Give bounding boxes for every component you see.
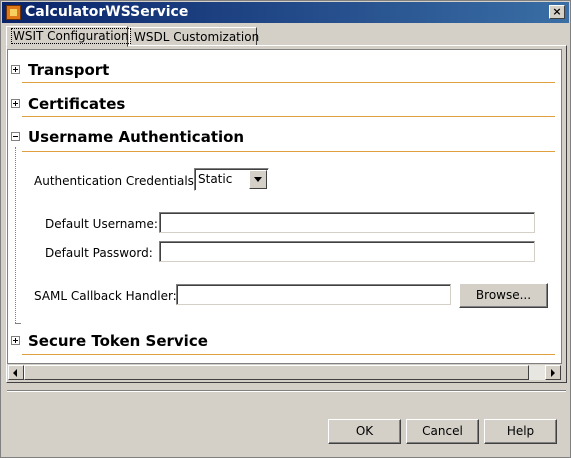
scroll-thumb[interactable] <box>24 365 529 380</box>
title-bar[interactable]: CalculatorWSService × <box>2 2 569 23</box>
tab-label: WSDL Customization <box>134 30 260 44</box>
expand-icon[interactable] <box>11 99 20 108</box>
saml-callback-handler-field[interactable] <box>176 284 451 305</box>
section-username-authentication[interactable]: Username Authentication <box>8 127 561 147</box>
authentication-credentials-select[interactable]: Static <box>194 168 269 191</box>
dialog-window: CalculatorWSService × WSDL Customization… <box>0 0 571 458</box>
browse-button[interactable]: Browse... <box>459 283 548 308</box>
section-title-username-authentication: Username Authentication <box>28 128 245 146</box>
section-divider <box>22 151 555 152</box>
close-button[interactable]: × <box>549 5 565 19</box>
tab-wsit-configuration[interactable]: WSIT Configuration <box>6 26 131 47</box>
default-username-label: Default Username: <box>45 217 158 231</box>
tab-label: WSIT Configuration <box>11 28 131 44</box>
cancel-button[interactable]: Cancel <box>406 419 479 444</box>
section-title-transport: Transport <box>28 61 110 79</box>
section-divider <box>22 354 555 355</box>
horizontal-scrollbar[interactable] <box>7 364 562 381</box>
scroll-left-icon[interactable] <box>8 365 24 380</box>
section-transport[interactable]: Transport <box>8 60 561 80</box>
help-button[interactable]: Help <box>484 419 557 444</box>
window-title: CalculatorWSService <box>25 4 189 20</box>
expand-icon[interactable] <box>11 336 20 345</box>
section-divider <box>22 82 555 83</box>
default-password-label: Default Password: <box>45 246 153 260</box>
section-title-certificates: Certificates <box>28 95 126 113</box>
default-username-field[interactable] <box>159 212 535 233</box>
expand-icon[interactable] <box>11 65 20 74</box>
select-value: Static <box>198 172 233 186</box>
chevron-down-icon[interactable] <box>249 170 267 189</box>
ok-button[interactable]: OK <box>328 419 401 444</box>
saml-callback-handler-label: SAML Callback Handler: <box>34 289 177 303</box>
tree-connector-end <box>15 323 21 324</box>
app-icon <box>6 5 21 20</box>
footer-separator <box>7 390 566 392</box>
section-divider <box>22 116 555 117</box>
configuration-content: Transport Certificates Username Authenti… <box>7 49 562 364</box>
default-password-field[interactable] <box>159 241 535 262</box>
section-title-secure-token-service: Secure Token Service <box>28 332 208 350</box>
section-secure-token-service[interactable]: Secure Token Service <box>8 331 561 351</box>
tab-wsdl-customization[interactable]: WSDL Customization <box>129 27 260 46</box>
authentication-credentials-label: Authentication Credentials: <box>34 174 198 188</box>
collapse-icon[interactable] <box>11 132 20 141</box>
tree-connector <box>15 147 17 323</box>
section-certificates[interactable]: Certificates <box>8 94 561 114</box>
scroll-right-icon[interactable] <box>545 365 561 380</box>
